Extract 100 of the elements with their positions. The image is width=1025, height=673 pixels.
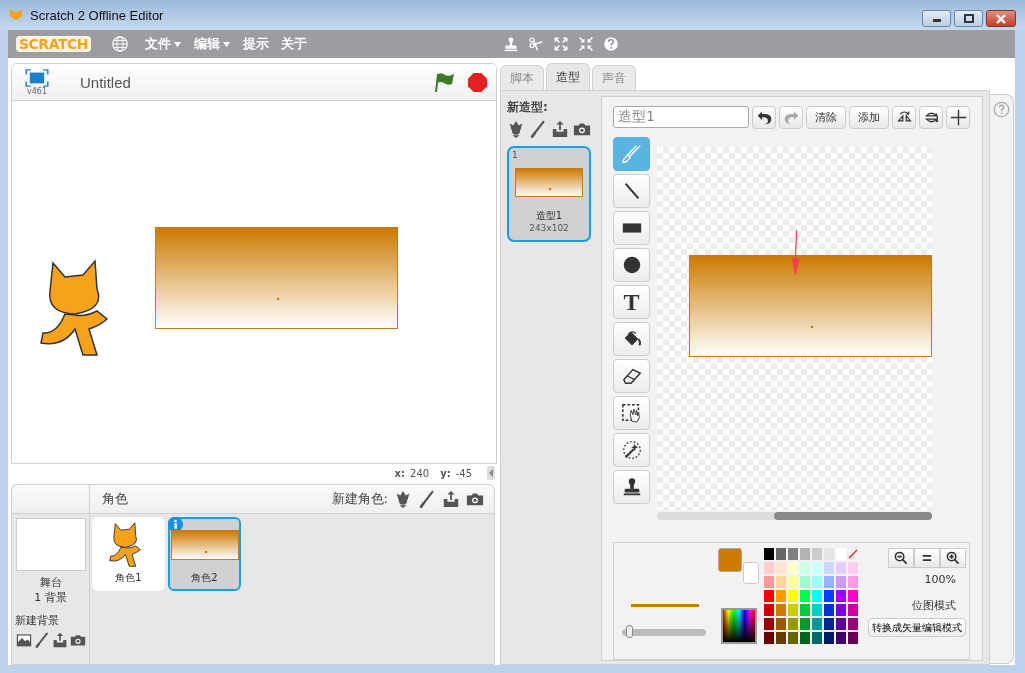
sprite-tile[interactable]: 角色1 <box>92 517 165 591</box>
color-picker[interactable] <box>721 608 757 644</box>
color-swatch[interactable] <box>776 632 786 644</box>
brush-icon[interactable] <box>33 632 50 648</box>
scissors-icon[interactable] <box>527 36 544 52</box>
color-swatch[interactable] <box>776 576 786 588</box>
brush-icon[interactable] <box>418 490 436 508</box>
convert-vector-button[interactable]: 转换成矢量编辑模式 <box>868 618 966 637</box>
slider-thumb[interactable] <box>625 625 633 638</box>
drawing-canvas[interactable] <box>657 147 932 510</box>
color-swatch[interactable] <box>764 590 774 602</box>
text-tool-button[interactable]: T <box>613 285 650 319</box>
character-icon[interactable] <box>507 120 525 138</box>
color-swatch[interactable] <box>824 562 834 574</box>
color-swatch[interactable] <box>764 632 774 644</box>
upload-icon[interactable] <box>551 120 569 138</box>
globe-icon[interactable] <box>110 35 129 53</box>
toolbar-button[interactable]: 添加 <box>849 105 889 129</box>
color-swatch[interactable] <box>812 590 822 602</box>
color-swatch[interactable] <box>824 576 834 588</box>
shrink-arrows-icon[interactable] <box>577 36 594 52</box>
stage-thumbnail[interactable] <box>15 518 86 571</box>
color-swatch[interactable] <box>800 632 810 644</box>
fullscreen-icon[interactable] <box>25 68 49 87</box>
select-tool-button[interactable] <box>613 396 650 430</box>
camera-icon[interactable] <box>69 632 86 648</box>
color-swatch[interactable] <box>812 562 822 574</box>
flip-vertical-button[interactable] <box>919 105 943 129</box>
upload-icon[interactable] <box>51 632 68 648</box>
help-tab[interactable] <box>990 94 1014 664</box>
color-swatch[interactable] <box>812 604 822 616</box>
line-tool-button[interactable] <box>613 174 650 208</box>
color-swatch[interactable] <box>788 576 798 588</box>
color-swatch[interactable] <box>812 576 822 588</box>
color-swatch[interactable] <box>800 548 810 560</box>
color-swatch[interactable] <box>836 576 846 588</box>
color-swatch[interactable] <box>848 618 858 630</box>
color-swatch[interactable] <box>800 604 810 616</box>
color-swatch[interactable] <box>788 604 798 616</box>
collapse-arrow-icon[interactable] <box>487 466 495 480</box>
scrollbar[interactable] <box>657 512 932 520</box>
upload-icon[interactable] <box>442 490 460 508</box>
color-swatch[interactable] <box>848 590 858 602</box>
color-swatch[interactable] <box>764 604 774 616</box>
color-swatch[interactable] <box>848 562 858 574</box>
undo-button[interactable] <box>752 105 776 129</box>
minimize-button[interactable] <box>922 10 951 27</box>
color-swatch[interactable] <box>800 562 810 574</box>
color-swatch[interactable] <box>800 590 810 602</box>
color-swatch[interactable] <box>824 590 834 602</box>
maximize-button[interactable] <box>954 10 983 27</box>
color-swatch[interactable] <box>788 590 798 602</box>
color-swatch[interactable] <box>848 632 858 644</box>
color-swatch[interactable] <box>764 548 774 560</box>
color-swatch[interactable] <box>776 618 786 630</box>
color-swatch[interactable] <box>764 562 774 574</box>
sprite-tile[interactable]: 角色2 <box>168 517 241 591</box>
stamp-tool-button[interactable] <box>613 470 650 504</box>
ellipse-tool-button[interactable] <box>613 248 650 282</box>
color-swatch[interactable] <box>788 632 798 644</box>
color-swatch[interactable] <box>764 618 774 630</box>
wand-tool-button[interactable] <box>613 433 650 467</box>
zoom-out-button[interactable] <box>888 548 914 568</box>
color-swatch[interactable] <box>776 562 786 574</box>
eraser-tool-button[interactable] <box>613 359 650 393</box>
color-swatch[interactable] <box>836 618 846 630</box>
character-icon[interactable] <box>394 490 412 508</box>
color-swatch[interactable] <box>848 576 858 588</box>
no-color-swatch[interactable] <box>848 548 858 560</box>
costume-name-field[interactable]: 造型1 <box>613 106 749 128</box>
project-title[interactable]: Untitled <box>80 73 131 91</box>
color-swatch[interactable] <box>824 604 834 616</box>
set-center-button[interactable] <box>946 105 970 129</box>
help-icon[interactable] <box>602 36 619 52</box>
secondary-color-swatch[interactable] <box>743 562 759 584</box>
color-swatch[interactable] <box>776 604 786 616</box>
flip-horizontal-button[interactable] <box>892 105 916 129</box>
color-swatch[interactable] <box>788 618 798 630</box>
color-swatch[interactable] <box>812 632 822 644</box>
color-swatch[interactable] <box>824 618 834 630</box>
color-swatch[interactable] <box>764 576 774 588</box>
flag-icon[interactable] <box>433 71 455 93</box>
stop-sign-icon[interactable] <box>467 71 488 93</box>
close-button[interactable] <box>986 10 1016 27</box>
color-swatch[interactable] <box>848 604 858 616</box>
color-swatch[interactable] <box>800 576 810 588</box>
color-swatch[interactable] <box>788 562 798 574</box>
brush-icon[interactable] <box>529 120 547 138</box>
toolbar-button[interactable]: 清除 <box>806 105 846 129</box>
costume-tile[interactable]: 1 造型1 243x102 <box>507 146 591 242</box>
color-swatch[interactable] <box>788 548 798 560</box>
rectangle-tool-button[interactable] <box>613 211 650 245</box>
image-icon[interactable] <box>15 632 32 648</box>
color-swatch[interactable] <box>812 618 822 630</box>
color-swatch[interactable] <box>812 548 822 560</box>
primary-color-swatch[interactable] <box>718 548 742 572</box>
color-swatch[interactable] <box>836 604 846 616</box>
expand-arrows-icon[interactable] <box>552 36 569 52</box>
color-swatch[interactable] <box>836 590 846 602</box>
zoom-reset-button[interactable] <box>914 548 940 568</box>
